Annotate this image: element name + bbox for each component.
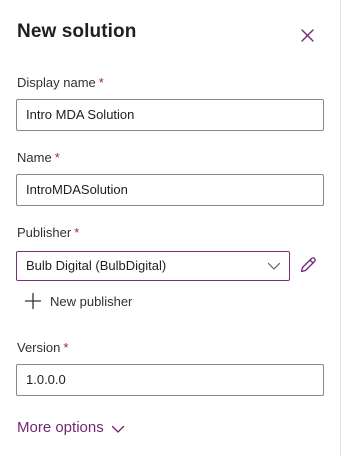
required-indicator: * (63, 340, 69, 355)
display-name-label: Display name * (17, 75, 104, 90)
more-options-button[interactable]: More options (17, 419, 125, 436)
publisher-label: Publisher * (17, 225, 79, 240)
display-name-label-text: Display name (17, 75, 96, 90)
required-indicator: * (98, 75, 104, 90)
publisher-selected-value: Bulb Digital (BulbDigital) (26, 258, 167, 273)
publisher-label-text: Publisher (17, 225, 72, 240)
required-indicator: * (54, 150, 60, 165)
plus-icon (24, 292, 42, 310)
version-label-text: Version (17, 340, 61, 355)
edit-publisher-button[interactable] (298, 255, 318, 275)
close-icon (301, 29, 314, 42)
version-label: Version * (17, 340, 68, 355)
chevron-down-icon (267, 262, 281, 270)
pencil-icon (300, 257, 316, 273)
new-publisher-button[interactable]: New publisher (24, 290, 132, 312)
display-name-input[interactable]: Intro MDA Solution (16, 99, 324, 131)
version-input[interactable]: 1.0.0.0 (16, 364, 324, 396)
panel-title: New solution (17, 21, 137, 42)
publisher-dropdown[interactable]: Bulb Digital (BulbDigital) (16, 251, 290, 281)
name-label-text: Name (17, 150, 52, 165)
required-indicator: * (74, 225, 80, 240)
more-options-label: More options (17, 419, 104, 436)
new-solution-panel: New solution Display name * Intro MDA Sol… (0, 0, 341, 456)
new-publisher-label: New publisher (50, 293, 133, 309)
close-button[interactable] (296, 24, 318, 46)
chevron-down-icon (111, 425, 124, 433)
name-label: Name * (17, 150, 60, 165)
name-input[interactable]: IntroMDASolution (16, 174, 324, 206)
